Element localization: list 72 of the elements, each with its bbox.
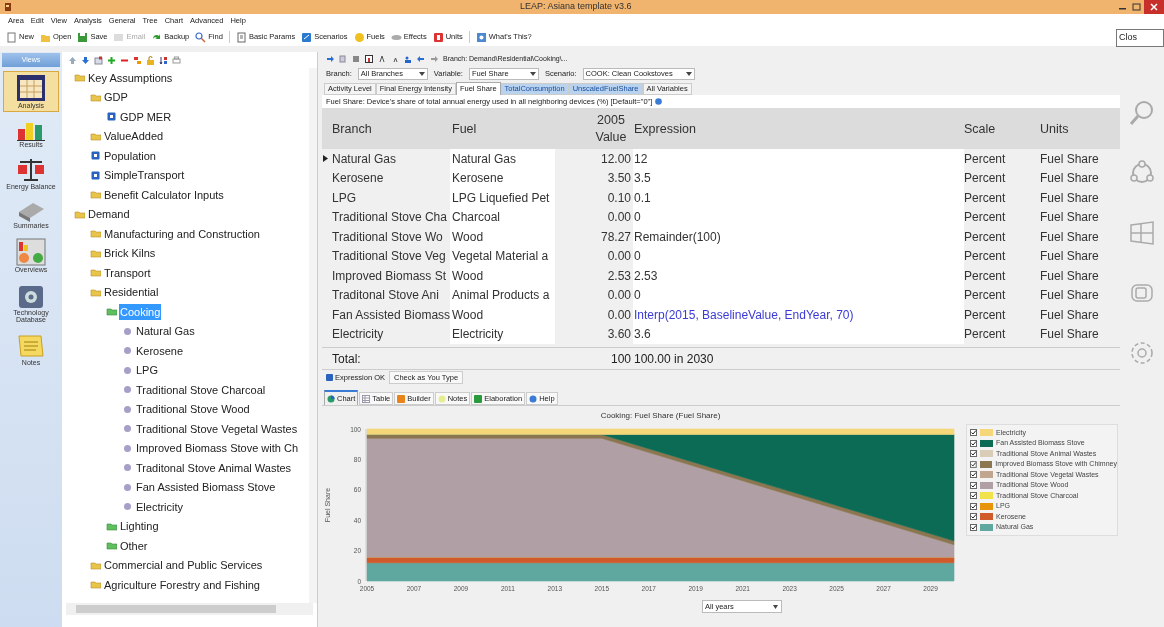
table-cell-text: Fuel Share xyxy=(1040,267,1099,285)
table-cell-text: 0.00 xyxy=(607,248,631,266)
table-cell-text: Fuel Share xyxy=(1040,150,1099,168)
column-header: Units xyxy=(1040,120,1069,138)
total-cell-text: 100 xyxy=(610,350,631,368)
table-cell-text: Electricity xyxy=(332,326,384,344)
table-cell-text: Vegetal Material a xyxy=(452,248,549,266)
table-cell-text: 0 xyxy=(634,287,641,305)
table-cell-text: Fuel Share xyxy=(1040,170,1099,188)
total-cell-text: 100.00 in 2030 xyxy=(634,350,714,368)
table-cell-text: Wood xyxy=(452,228,484,246)
table-cell-text: 0.10 xyxy=(607,189,631,207)
table-cell-text: Fan Assisted Biomass xyxy=(332,306,450,324)
table-cell-text: Percent xyxy=(964,287,1006,305)
table-cell-text: 2.53 xyxy=(634,267,658,285)
column-header: Expression xyxy=(634,120,696,138)
table-cell-text: Traditonal Stove Ani xyxy=(332,287,439,305)
table-cell-text: 2.53 xyxy=(607,267,631,285)
column-header: Scale xyxy=(964,120,996,138)
column-header: Fuel xyxy=(452,120,477,138)
window-title: LEAP: Asiana template v3.6 xyxy=(520,0,632,14)
table-cell-text: Traditional Stove Veg xyxy=(332,248,446,266)
table-cell-text: Charcoal xyxy=(452,209,501,227)
table-cell-text: Natural Gas xyxy=(452,150,517,168)
tooltip: Clos xyxy=(1116,29,1164,47)
table-cell-text: Wood xyxy=(452,267,484,285)
table-cell-text: Fuel Share xyxy=(1040,306,1099,324)
table-cell-text: 78.27 xyxy=(600,228,631,246)
table-cell-text: Percent xyxy=(964,170,1006,188)
table-cell-text: Kerosene xyxy=(452,170,504,188)
column-header: 2005 Value xyxy=(594,112,628,146)
table-cell-text: Traditional Stove Wo xyxy=(332,228,443,246)
table-cell-text: Percent xyxy=(964,306,1006,324)
table-cell-text: Animal Products a xyxy=(452,287,550,305)
table-cell-text: 12.00 xyxy=(600,150,631,168)
table-cell-text: 0.1 xyxy=(634,189,651,207)
total-cell-text: Total: xyxy=(332,350,361,368)
table-cell-text: Percent xyxy=(964,326,1006,344)
chart-title: Cooking: Fuel Share (Fuel Share) xyxy=(600,411,721,420)
table-cell-text: Percent xyxy=(964,267,1006,285)
table-cell-text: Improved Biomass St xyxy=(332,267,447,285)
table-cell-text: Wood xyxy=(452,306,484,324)
table-cell-text: 3.6 xyxy=(634,326,651,344)
table-cell-text: Fuel Share xyxy=(1040,228,1099,246)
table-cell-text: LPG Liquefied Pet xyxy=(452,189,550,207)
table-cell-text: 0.00 xyxy=(607,287,631,305)
table-cell-text: Remainder(100) xyxy=(634,228,721,246)
table-cell-text: 3.5 xyxy=(634,170,651,188)
table-cell-text: Percent xyxy=(964,228,1006,246)
table-cell-text: Traditional Stove Cha xyxy=(332,209,447,227)
table-cell-text: 3.50 xyxy=(607,170,631,188)
table-cell-text: 0.00 xyxy=(607,209,631,227)
table-cell-text: 0 xyxy=(634,248,641,266)
table-cell-text: Electricity xyxy=(452,326,504,344)
table-cell-text: 12 xyxy=(634,150,648,168)
table-cell-text: Percent xyxy=(964,248,1006,266)
table-cell-text: 3.60 xyxy=(607,326,631,344)
table-cell-text: Fuel Share xyxy=(1040,326,1099,344)
table-cell-text: Interp(2015, BaselineValue, EndYear, 70) xyxy=(634,306,854,324)
table-cell-text: Natural Gas xyxy=(332,150,397,168)
table-cell-text: Fuel Share xyxy=(1040,209,1099,227)
column-header: Branch xyxy=(332,120,372,138)
table-cell-text: Fuel Share xyxy=(1040,189,1099,207)
table-cell-text: Kerosene xyxy=(332,170,384,188)
table-cell-text: 0.00 xyxy=(607,306,631,324)
table-cell-text: Percent xyxy=(964,150,1006,168)
table-cell-text: LPG xyxy=(332,189,356,207)
table-cell-text: Fuel Share xyxy=(1040,248,1099,266)
table-cell-text: Percent xyxy=(964,209,1006,227)
table-cell-text: Percent xyxy=(964,189,1006,207)
table-cell-text: Fuel Share xyxy=(1040,287,1099,305)
table-cell-text: 0 xyxy=(634,209,641,227)
